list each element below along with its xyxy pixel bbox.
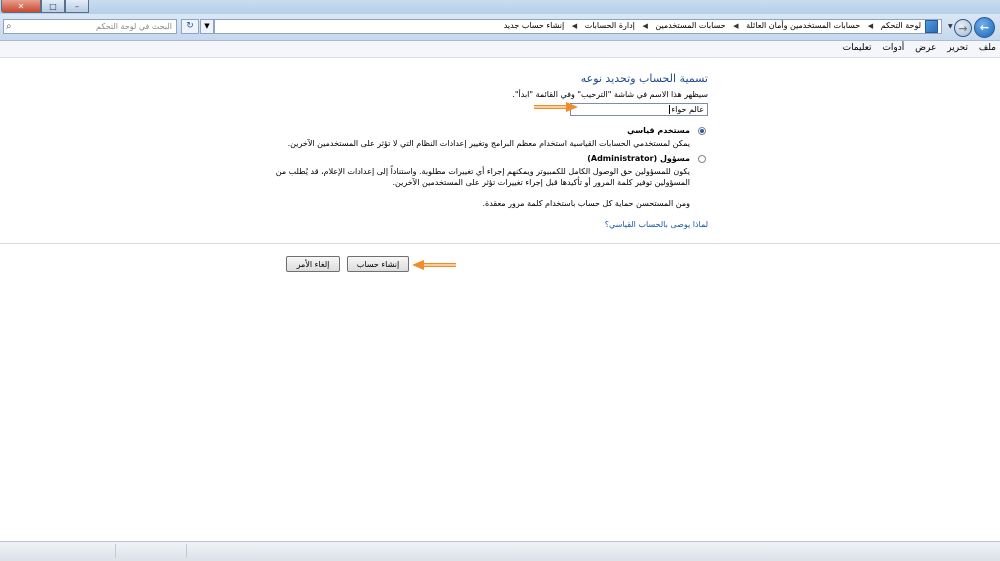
- breadcrumb-item-manage-accounts[interactable]: إدارة الحسابات: [585, 21, 635, 30]
- back-button[interactable]: ←: [974, 17, 995, 38]
- search-input[interactable]: ⌕ البحث في لوحة التحكم: [3, 19, 177, 34]
- breadcrumb-separator[interactable]: ◀: [733, 22, 738, 30]
- breadcrumb-separator[interactable]: ◀: [868, 22, 873, 30]
- menu-file[interactable]: ملف: [979, 41, 996, 53]
- control-panel-icon: [925, 20, 938, 33]
- title-bar: ✕ □ –: [0, 0, 1000, 14]
- administrator-description-line-2: المسؤولين توفير كلمة المرور أو تأكيدها ق…: [392, 178, 690, 187]
- administrator-radio[interactable]: [698, 155, 706, 163]
- breadcrumb-separator[interactable]: ◀: [572, 22, 577, 30]
- page-title: تسمية الحساب وتحديد نوعه: [580, 72, 708, 85]
- divider: [0, 243, 1000, 244]
- menu-tools[interactable]: أدوات: [882, 41, 904, 53]
- search-icon[interactable]: ⌕: [6, 21, 12, 32]
- recent-pages-dropdown-icon[interactable]: ▼: [948, 23, 953, 30]
- address-breadcrumb[interactable]: ◀ لوحة التحكم ◀ حسابات المستخدمين وأمان …: [214, 19, 942, 34]
- name-hint: سيظهر هذا الاسم في شاشة "الترحيب" وفي ال…: [512, 90, 708, 99]
- menu-bar: ملف تحرير عرض أدوات تعليمات: [0, 41, 1000, 58]
- refresh-button[interactable]: ↻: [181, 19, 199, 34]
- breadcrumb-item-control-panel[interactable]: لوحة التحكم: [881, 21, 921, 30]
- status-cell: [0, 544, 116, 558]
- breadcrumb-separator[interactable]: ◀: [642, 22, 647, 30]
- standard-user-label[interactable]: مستخدم قياسي: [627, 126, 690, 135]
- administrator-label[interactable]: مسؤول (Administrator): [587, 154, 690, 163]
- account-name-input[interactable]: عالم حواء: [570, 103, 708, 116]
- minimize-window-button[interactable]: –: [65, 0, 89, 13]
- close-window-button[interactable]: ✕: [1, 0, 41, 13]
- account-name-value: عالم حواء: [671, 105, 704, 114]
- window-controls: ✕ □ –: [1, 0, 89, 13]
- address-toolbar: ⌕ البحث في لوحة التحكم ↻ ▼ ◀ لوحة التحكم…: [0, 14, 1000, 41]
- address-dropdown-button[interactable]: ▼: [200, 19, 214, 34]
- search-placeholder: البحث في لوحة التحكم: [96, 22, 172, 31]
- arrow-annotation-icon: [534, 102, 578, 112]
- maximize-window-button[interactable]: □: [41, 0, 65, 13]
- breadcrumb-item-create-account[interactable]: إنشاء حساب جديد: [504, 21, 565, 30]
- breadcrumb-item-user-accounts-family[interactable]: حسابات المستخدمين وأمان العائلة: [746, 21, 860, 30]
- forward-button[interactable]: →: [954, 19, 972, 37]
- breadcrumb-item-user-accounts[interactable]: حسابات المستخدمين: [655, 21, 725, 30]
- menu-help[interactable]: تعليمات: [843, 41, 872, 53]
- cancel-button[interactable]: إلغاء الأمر: [286, 256, 340, 272]
- administrator-description-line-1: يكون للمسؤولين حق الوصول الكامل للكمبيوت…: [275, 167, 690, 176]
- menu-view[interactable]: عرض: [915, 41, 936, 53]
- password-recommendation: ومن المستحسن حماية كل حساب باستخدام كلمة…: [482, 199, 691, 208]
- menu-edit[interactable]: تحرير: [947, 41, 968, 53]
- standard-user-description: يمكن لمستخدمي الحسابات القياسية استخدام …: [287, 139, 690, 148]
- why-standard-link[interactable]: لماذا يوصى بالحساب القياسي؟: [605, 220, 708, 229]
- standard-user-radio[interactable]: [698, 127, 706, 135]
- create-account-button[interactable]: إنشاء حساب: [347, 256, 409, 272]
- status-bar: [0, 541, 1000, 561]
- navigation-buttons: ▼ → ←: [948, 16, 996, 38]
- status-cell: [116, 544, 187, 558]
- arrow-annotation-icon: [412, 260, 456, 270]
